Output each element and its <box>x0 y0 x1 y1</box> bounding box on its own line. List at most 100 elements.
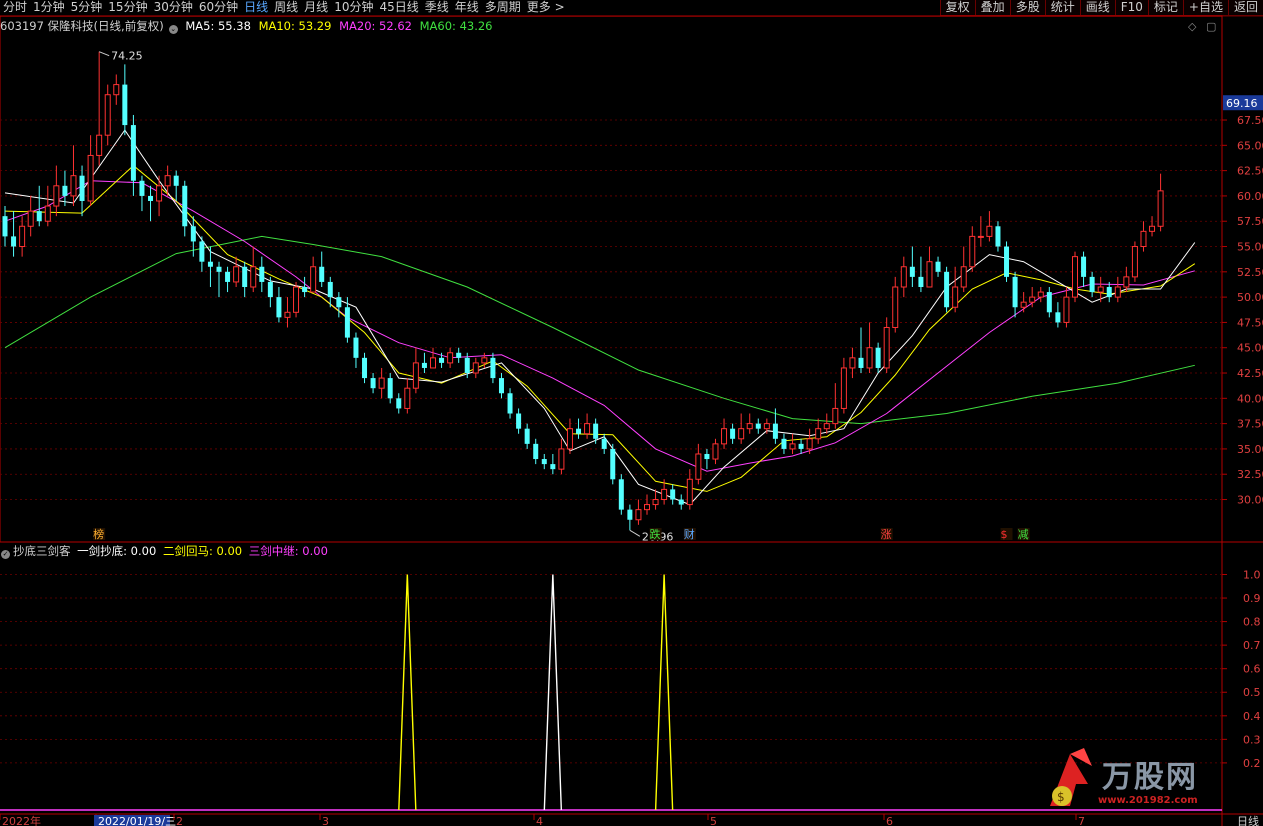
tab-period-1[interactable]: 1分钟 <box>30 0 68 16</box>
candle-body <box>104 94 111 136</box>
indicator-tick-label: 0.4 <box>1243 710 1261 723</box>
candle-body <box>44 205 51 222</box>
tab-period-13[interactable]: 多周期 <box>482 0 524 16</box>
stock-title[interactable]: 603197 保隆科技(日线,前复权) <box>0 19 164 33</box>
candle-body <box>456 352 462 358</box>
candle-body <box>806 438 813 450</box>
candle-body <box>1020 301 1027 308</box>
candle-body <box>464 357 470 374</box>
candle-body <box>627 509 633 520</box>
candle-body <box>670 489 676 500</box>
tool-button-8[interactable]: 返回 <box>1227 0 1263 16</box>
candle-body <box>387 378 393 399</box>
candle-body <box>1072 256 1078 298</box>
candle-body <box>823 423 830 430</box>
tab-period-10[interactable]: 45日线 <box>376 0 421 16</box>
y-tick-label: 42.50 <box>1237 367 1263 380</box>
candle-body <box>1131 246 1138 278</box>
y-tick-label: 32.50 <box>1237 468 1263 481</box>
indicator-toggle-icon[interactable]: ✓ <box>1 550 10 559</box>
candle-body <box>746 423 753 430</box>
brand-url: www.201982.com <box>1098 795 1198 806</box>
tool-button-4[interactable]: 画线 <box>1079 0 1115 16</box>
kline-chart[interactable]: 30.00 32.50 35.00 37.50 40.00 42.50 45.00 47.50… <box>0 0 1263 826</box>
candle-body <box>430 357 436 369</box>
tool-button-1[interactable]: 叠加 <box>974 0 1010 16</box>
candle-body <box>986 225 993 237</box>
tool-button-3[interactable]: 统计 <box>1044 0 1080 16</box>
indicator-name[interactable]: 抄底三剑客 <box>13 544 71 558</box>
tab-period-5[interactable]: 60分钟 <box>196 0 241 16</box>
tool-button-5[interactable]: F10 <box>1114 0 1148 16</box>
candle-body <box>1004 246 1010 277</box>
y-tick-label: 60.00 <box>1237 190 1263 203</box>
candle-body <box>190 226 196 242</box>
candle-body <box>610 448 616 480</box>
candle-body <box>396 398 402 409</box>
candle-body <box>704 453 710 460</box>
x-tick-label: 6 <box>886 815 893 826</box>
candle-body <box>995 226 1001 247</box>
brand-name: 万股网 <box>1102 760 1198 795</box>
y-tick-label: 47.50 <box>1237 316 1263 329</box>
tab-period-8[interactable]: 月线 <box>301 0 331 16</box>
ma60-label: MA60: 43.26 <box>419 19 493 33</box>
candle-body <box>550 464 556 470</box>
candle-body <box>302 287 308 293</box>
tool-button-2[interactable]: 多股 <box>1009 0 1045 16</box>
candle-body <box>601 438 607 449</box>
event-marker-bg <box>649 528 662 540</box>
candle-body <box>53 185 60 207</box>
brand-logo-icon: $ <box>1050 748 1092 806</box>
candle-body <box>87 154 94 202</box>
candle-body <box>481 357 488 364</box>
high-value-label: 74.25 <box>111 50 143 63</box>
tab-period-0[interactable]: 分时 <box>0 0 30 16</box>
y-tick-label: 52.50 <box>1237 266 1263 279</box>
tab-period-14[interactable]: 更多 > <box>524 0 568 16</box>
candle-body <box>1097 286 1104 293</box>
candle-body <box>447 352 454 364</box>
event-marker: 榜 <box>93 527 104 541</box>
tab-period-11[interactable]: 季线 <box>422 0 452 16</box>
settings-circle-icon[interactable]: ⌄ <box>168 25 178 34</box>
candle-body <box>344 307 350 338</box>
candle-body <box>310 266 317 293</box>
indicator-line3: 三剑中继: 0.00 <box>248 544 328 558</box>
tab-period-7[interactable]: 周线 <box>271 0 301 16</box>
tool-button-0[interactable]: 复权 <box>939 0 975 16</box>
candle-body <box>926 261 933 288</box>
tool-button-6[interactable]: 标记 <box>1147 0 1183 16</box>
candle-body <box>62 185 68 196</box>
candle-body <box>593 423 599 439</box>
candle-body <box>695 453 702 480</box>
y-tick-label: 55.00 <box>1237 241 1263 254</box>
indicator-tick-label: 0.9 <box>1243 592 1261 605</box>
indicator-spike <box>543 574 563 811</box>
candle-body <box>439 357 445 363</box>
candle-body <box>70 175 77 197</box>
indicator-tick-label: 0.7 <box>1243 639 1261 652</box>
x-period-label: 日线 <box>1237 814 1259 826</box>
toolbar: 分时 1分钟 5分钟 15分钟 30分钟 60分钟 日线 周线 月线 10分钟 45日线 季线 年线 多周… <box>0 0 1263 17</box>
tab-period-4[interactable]: 30分钟 <box>151 0 196 16</box>
candle-body <box>156 185 163 202</box>
tool-button-7[interactable]: +自选 <box>1182 0 1228 16</box>
tab-period-12[interactable]: 年线 <box>452 0 482 16</box>
candle-body <box>36 211 42 222</box>
watermark: $ 万股网 www.201982.com <box>1040 746 1263 810</box>
candle-body <box>516 413 522 429</box>
candle-body <box>225 271 231 282</box>
tab-period-2[interactable]: 5分钟 <box>68 0 106 16</box>
candle-body <box>730 428 736 439</box>
candle-body <box>900 266 907 288</box>
event-marker: $ <box>1001 528 1008 541</box>
candle-body <box>875 347 881 368</box>
candle-body <box>370 378 376 389</box>
candle-body <box>259 266 265 282</box>
tab-period-9[interactable]: 10分钟 <box>331 0 376 16</box>
tab-period-6[interactable]: 日线 <box>241 0 271 16</box>
y-tick-label: 67.50 <box>1237 114 1263 127</box>
tab-period-3[interactable]: 15分钟 <box>105 0 150 16</box>
y-tick-label: 65.00 <box>1237 139 1263 152</box>
